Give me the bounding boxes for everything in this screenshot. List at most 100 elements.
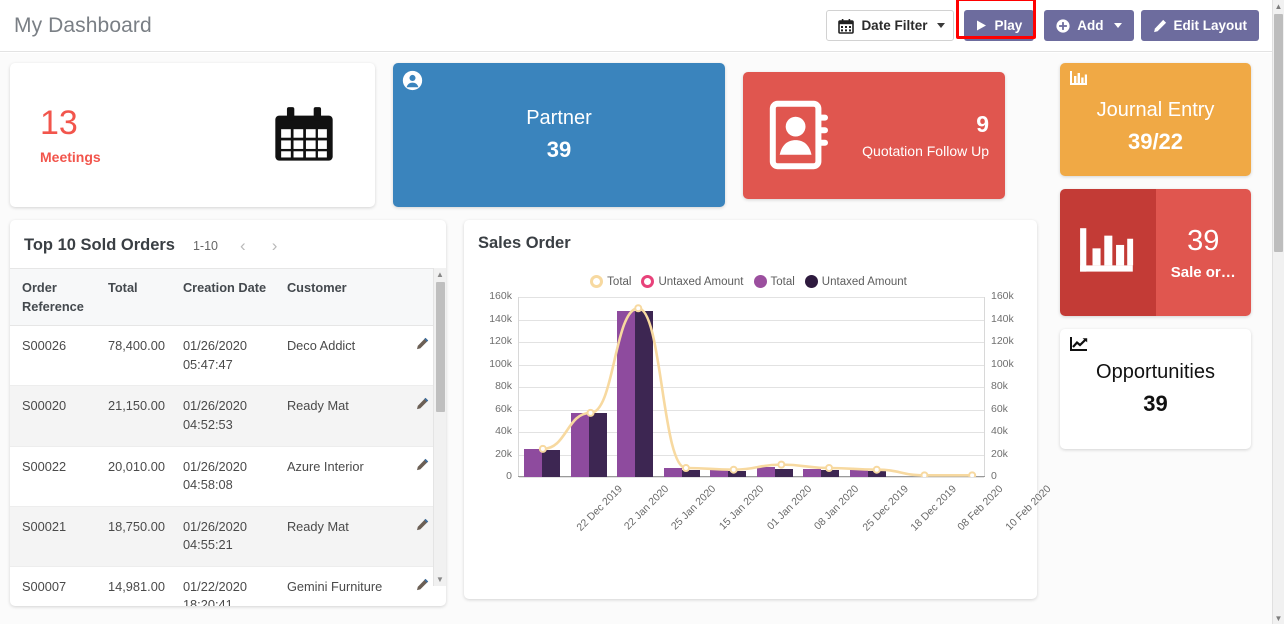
scroll-up-icon[interactable]: ▲ <box>1273 0 1284 12</box>
chart-y-tick-label: 120k <box>478 335 512 347</box>
table-row[interactable]: S00022 20,010.00 01/26/2020 04:58:08 Azu… <box>10 446 446 506</box>
date-filter-button[interactable]: Date Filter <box>826 10 954 41</box>
top-sold-orders-card: Top 10 Sold Orders 1-10 ‹ › Order Refere… <box>10 220 446 606</box>
chart-bar-group[interactable] <box>845 297 892 477</box>
chart-legend: Total Untaxed Amount Total Untaxed Amoun… <box>478 275 1025 288</box>
chart-bar-untaxed[interactable] <box>542 450 560 477</box>
chart-bar-group[interactable] <box>519 297 566 477</box>
scroll-up-icon[interactable]: ▲ <box>434 268 446 281</box>
chart-bar-untaxed[interactable] <box>635 311 653 478</box>
scroll-down-icon[interactable]: ▼ <box>434 573 446 586</box>
page-scrollbar[interactable]: ▲ ▼ <box>1272 0 1284 624</box>
sale-order-card[interactable]: 39 Sale or… <box>1060 189 1251 316</box>
pencil-icon <box>1153 19 1167 33</box>
date-filter-label: Date Filter <box>861 18 927 33</box>
cell-order-reference: S00020 <box>10 386 96 446</box>
chart-bar-untaxed[interactable] <box>868 471 886 477</box>
page-scrollbar-thumb[interactable] <box>1274 14 1283 252</box>
cell-creation-date: 01/22/2020 18:20:41 <box>171 566 275 606</box>
column-header-total[interactable]: Total <box>96 269 171 326</box>
opportunities-card[interactable]: Opportunities 39 <box>1060 329 1251 449</box>
chart-bar-untaxed[interactable] <box>775 469 793 477</box>
chevron-right-icon[interactable]: › <box>268 237 282 254</box>
chart-bar-total[interactable] <box>803 469 821 477</box>
table-row[interactable]: S00026 78,400.00 01/26/2020 05:47:47 Dec… <box>10 326 446 386</box>
cell-order-reference: S00022 <box>10 446 96 506</box>
chart-bar-total[interactable] <box>757 467 775 477</box>
column-header-customer[interactable]: Customer <box>275 269 416 326</box>
journal-value: 39/22 <box>1128 129 1183 155</box>
table-row[interactable]: S00021 18,750.00 01/26/2020 04:55:21 Rea… <box>10 506 446 566</box>
cell-total: 14,981.00 <box>96 566 171 606</box>
chart-bar-total[interactable] <box>571 413 589 477</box>
meetings-card[interactable]: 13 Meetings <box>10 63 375 207</box>
pencil-icon <box>416 337 429 350</box>
chart-x-axis-labels: 22 Dec 201922 Jan 202025 Jan 202015 Jan … <box>478 479 1025 557</box>
partner-title: Partner <box>526 107 592 130</box>
chart-bar-group[interactable] <box>891 297 938 477</box>
legend-swatch-icon <box>641 275 654 288</box>
cell-date-part: 01/26/2020 <box>183 458 269 477</box>
chart-bar-total[interactable] <box>664 468 682 477</box>
chart-y-tick-label: 100k <box>478 358 512 370</box>
chevron-left-icon[interactable]: ‹ <box>236 237 250 254</box>
legend-item[interactable]: Total <box>590 275 631 288</box>
chart-bar-group[interactable] <box>705 297 752 477</box>
quotation-value: 9 <box>862 111 989 138</box>
partner-card[interactable]: Partner 39 <box>393 63 725 207</box>
chart-bar-group[interactable] <box>938 297 985 477</box>
chart-bar-untaxed[interactable] <box>728 471 746 477</box>
table-scrollbar-thumb[interactable] <box>436 282 445 412</box>
quotation-follow-up-card[interactable]: 9 Quotation Follow Up <box>743 72 1005 199</box>
column-header-creation-date[interactable]: Creation Date <box>171 269 275 326</box>
chart-x-tick-label: 18 Dec 2019 <box>908 483 959 534</box>
chart-bar-total[interactable] <box>524 449 542 477</box>
chevron-down-icon <box>1114 23 1122 28</box>
play-button[interactable]: Play <box>964 10 1034 41</box>
chart-bar-group[interactable] <box>612 297 659 477</box>
chart-y-tick-label: 140k <box>991 313 1025 325</box>
cell-date-part: 01/26/2020 <box>183 337 269 356</box>
legend-item[interactable]: Untaxed Amount <box>641 275 743 288</box>
chart-bar-group[interactable] <box>566 297 613 477</box>
chart-bar-untaxed[interactable] <box>682 470 700 477</box>
chart-bar-group[interactable] <box>659 297 706 477</box>
calendar-icon <box>273 104 335 166</box>
chart-bar-untaxed[interactable] <box>589 413 607 477</box>
chart-bar-untaxed[interactable] <box>821 470 839 477</box>
column-header-order-reference[interactable]: Order Reference <box>10 269 96 326</box>
chart-bar-group[interactable] <box>798 297 845 477</box>
legend-swatch-icon <box>590 275 603 288</box>
sale-order-label: Sale or… <box>1171 264 1236 281</box>
edit-layout-button[interactable]: Edit Layout <box>1141 10 1260 41</box>
table-scrollbar[interactable]: ▲ ▼ <box>433 268 446 586</box>
meetings-value: 13 <box>40 105 101 142</box>
chart-bar-total[interactable] <box>617 311 635 478</box>
legend-item[interactable]: Total <box>754 275 795 288</box>
chevron-down-icon <box>937 23 945 28</box>
cell-order-reference: S00021 <box>10 506 96 566</box>
pencil-icon <box>416 458 429 471</box>
chart-y-tick-label: 140k <box>478 313 512 325</box>
orders-table-head: Order Reference Total Creation Date Cust… <box>10 269 446 326</box>
add-button[interactable]: Add <box>1044 10 1133 41</box>
quotation-label: Quotation Follow Up <box>862 143 989 159</box>
calendar-icon <box>838 18 854 34</box>
chart-x-tick-label: 22 Jan 2020 <box>621 483 670 532</box>
table-row[interactable]: S00020 21,150.00 01/26/2020 04:52:53 Rea… <box>10 386 446 446</box>
chart-x-tick-label: 25 Jan 2020 <box>669 483 718 532</box>
table-header: Top 10 Sold Orders 1-10 ‹ › <box>10 220 446 268</box>
legend-item[interactable]: Untaxed Amount <box>805 275 907 288</box>
chart-y-tick-label: 100k <box>991 358 1025 370</box>
orders-table: Order Reference Total Creation Date Cust… <box>10 268 446 606</box>
table-row[interactable]: S00007 14,981.00 01/22/2020 18:20:41 Gem… <box>10 566 446 606</box>
journal-entry-card[interactable]: Journal Entry 39/22 <box>1060 63 1251 176</box>
chart-x-tick-label: 10 Feb 2020 <box>1003 483 1053 533</box>
cell-total: 78,400.00 <box>96 326 171 386</box>
chart-bar-total[interactable] <box>850 470 868 477</box>
chart-bar-total[interactable] <box>710 470 728 477</box>
legend-label: Untaxed Amount <box>658 276 743 288</box>
chart-y-tick-label: 160k <box>991 290 1025 302</box>
scroll-down-icon[interactable]: ▼ <box>1273 612 1284 624</box>
chart-bar-group[interactable] <box>752 297 799 477</box>
